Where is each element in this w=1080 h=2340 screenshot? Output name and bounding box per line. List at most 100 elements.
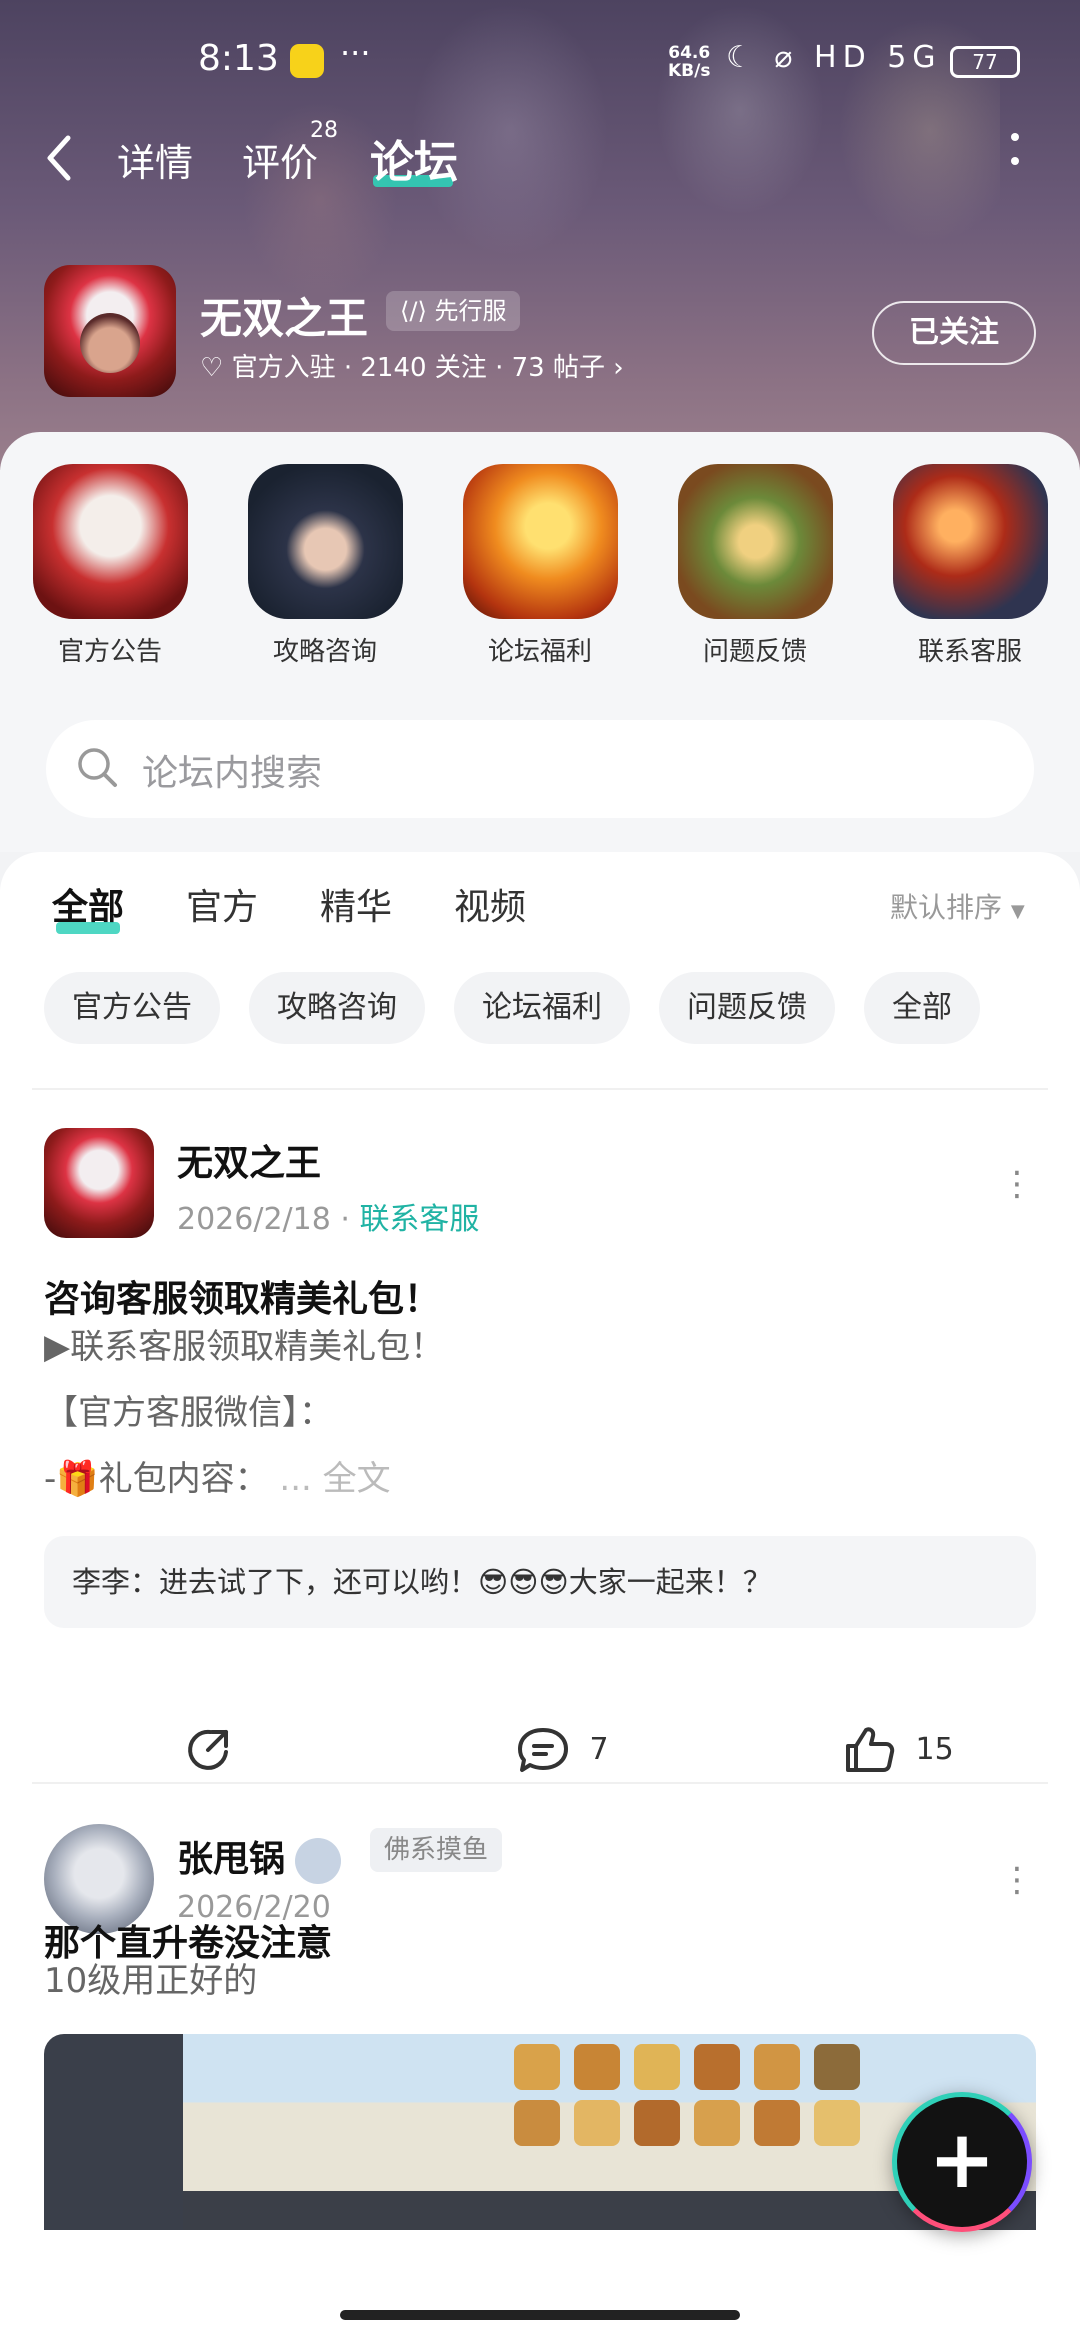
search-input[interactable]: 论坛内搜索 — [46, 720, 1034, 818]
sort-dropdown[interactable]: 默认排序 ▼ — [890, 886, 1025, 926]
post-body: 10级用正好的 — [44, 1961, 258, 2001]
comment-icon — [518, 1728, 568, 1772]
chip-feedback[interactable]: 问题反馈 — [659, 972, 835, 1044]
tab-details[interactable]: 详情 — [117, 132, 193, 187]
post-body-line-text: -🎁礼包内容： — [44, 1459, 269, 1499]
divider — [32, 1782, 1048, 1784]
post-screenshot-image[interactable] — [44, 2034, 1036, 2230]
chevron-left-icon — [47, 135, 71, 181]
network-speed-value: 64.6 — [668, 43, 711, 63]
tab-reviews[interactable]: 评价 — [242, 132, 318, 187]
post-more-icon[interactable]: ⋮ — [1000, 1860, 1034, 1900]
plus-icon: + — [928, 2113, 996, 2206]
game-ui-tile — [574, 2044, 620, 2090]
divider — [32, 1088, 1048, 1090]
forum-header: 8:13 ··· 64.6 KB/s ☾ ⌀ HD 5G 77 详情 评价 28… — [0, 0, 1080, 470]
server-tag: ⟨/⟩ 先行服 — [386, 291, 521, 331]
share-button[interactable] — [180, 1722, 236, 1778]
chip-strategy[interactable]: 攻略咨询 — [249, 972, 425, 1044]
network-speed-unit: KB/s — [668, 61, 711, 81]
top-comment[interactable]: 李李：进去试了下，还可以哟！😎😎😎大家一起来！？ — [44, 1536, 1036, 1628]
game-stats-link[interactable]: ♡ 官方入驻 · 2140 关注 · 73 帖子 › — [200, 347, 624, 384]
search-icon — [78, 748, 117, 787]
game-ui-tile — [514, 2100, 560, 2146]
post-body-line: 【官方客服微信】： — [44, 1393, 333, 1433]
shortcut-strategy[interactable]: 攻略咨询 — [245, 464, 405, 668]
game-ui-tile — [694, 2100, 740, 2146]
top-nav: 详情 评价 28 论坛 — [0, 118, 1080, 200]
shortcut-image — [462, 464, 618, 619]
more-vertical-icon — [1011, 133, 1019, 165]
comment-button[interactable]: 7 — [514, 1722, 609, 1778]
post-body: ▶联系客服领取精美礼包！ 【官方客服微信】： -🎁礼包内容： ... 全文 — [44, 1314, 444, 1512]
diamond-icon: ♡ — [200, 353, 232, 383]
post-meta: 2026/2/18 · 联系客服 — [177, 1202, 480, 1237]
game-ui-tile — [754, 2100, 800, 2146]
shortcut-image — [892, 464, 1048, 619]
sort-label: 默认排序 — [890, 891, 1003, 924]
thumbs-up-icon — [846, 1727, 895, 1772]
like-button[interactable]: 15 — [842, 1722, 954, 1778]
comment-count: 7 — [589, 1731, 609, 1767]
code-icon: ⟨/⟩ — [400, 297, 435, 325]
post-body-line: ▶联系客服领取精美礼包！ — [44, 1327, 445, 1367]
chip-official-notice[interactable]: 官方公告 — [44, 972, 220, 1044]
game-info: 无双之王 ⟨/⟩ 先行服 ♡ 官方入驻 · 2140 关注 · 73 帖子 › … — [0, 265, 1080, 405]
filter-tab-official[interactable]: 官方 — [186, 878, 258, 930]
home-indicator[interactable] — [340, 2310, 740, 2320]
shortcut-customer-service[interactable]: 联系客服 — [890, 464, 1050, 668]
caret-down-icon: ▼ — [1010, 901, 1025, 922]
shortcut-feedback[interactable]: 问题反馈 — [675, 464, 835, 668]
battery-icon: 77 — [950, 46, 1020, 78]
game-stats: 官方入驻 · 2140 关注 · 73 帖子 — [231, 353, 605, 383]
status-more-dots: ··· — [340, 34, 371, 72]
read-more-link[interactable]: ... 全文 — [279, 1459, 390, 1499]
game-ui-tile — [634, 2100, 680, 2146]
shortcut-label: 官方公告 — [57, 637, 162, 667]
post-body-line: -🎁礼包内容： ... 全文 — [44, 1446, 444, 1512]
follow-button[interactable]: 已关注 — [872, 301, 1036, 365]
shortcut-welfare[interactable]: 论坛福利 — [460, 464, 620, 668]
game-ui-tile — [574, 2100, 620, 2146]
status-time: 8:13 — [198, 38, 279, 79]
music-app-icon — [290, 44, 324, 78]
post-more-icon[interactable]: ⋮ — [1000, 1164, 1034, 1204]
post-author[interactable]: 张甩锅 — [177, 1830, 342, 1884]
post-card[interactable]: 张甩锅 佛系摸鱼 2026/2/20 ⋮ 那个直升卷没注意 10级用正好的 — [0, 1824, 1080, 2340]
avatar[interactable] — [44, 1128, 154, 1238]
filter-tab-featured[interactable]: 精华 — [320, 878, 392, 930]
shortcut-image — [247, 464, 403, 619]
server-tag-label: 先行服 — [434, 297, 507, 325]
share-icon — [188, 1729, 228, 1770]
chevron-right-icon: › — [604, 353, 624, 383]
user-level-badge-icon — [295, 1838, 342, 1884]
post-card[interactable]: 无双之王 2026/2/18 · 联系客服 ⋮ 咨询客服领取精美礼包！ ▶联系客… — [0, 1128, 1080, 1628]
shortcut-label: 问题反馈 — [702, 637, 807, 667]
shortcut-official-notice[interactable]: 官方公告 — [30, 464, 190, 668]
shortcut-image — [32, 464, 188, 619]
back-button[interactable] — [40, 128, 90, 188]
game-ui-tile — [814, 2044, 860, 2090]
game-ui-tile — [814, 2100, 860, 2146]
like-count: 15 — [915, 1731, 954, 1767]
network-speed: 64.6 KB/s — [668, 44, 710, 80]
game-ui-tile — [634, 2044, 680, 2090]
filter-tab-video[interactable]: 视频 — [454, 878, 526, 930]
shortcut-label: 论坛福利 — [487, 637, 592, 667]
shortcut-image — [677, 464, 833, 619]
reviews-count-badge: 28 — [310, 118, 338, 143]
tab-forum[interactable]: 论坛 — [370, 126, 458, 190]
new-post-fab[interactable]: + — [892, 2092, 1032, 2232]
more-menu-button[interactable] — [1000, 128, 1030, 188]
game-title: 无双之王 — [200, 294, 369, 343]
user-title-tag: 佛系摸鱼 — [370, 1828, 503, 1872]
post-author-name: 张甩锅 — [177, 1839, 286, 1880]
post-date: 2026/2/18 — [177, 1202, 331, 1237]
chip-welfare[interactable]: 论坛福利 — [454, 972, 630, 1044]
game-ui-tile — [694, 2044, 740, 2090]
post-author[interactable]: 无双之王 — [177, 1134, 321, 1186]
game-logo[interactable] — [44, 265, 176, 397]
shortcut-label: 攻略咨询 — [272, 637, 377, 667]
chip-all[interactable]: 全部 — [864, 972, 980, 1044]
post-section-link[interactable]: 联系客服 — [359, 1202, 479, 1237]
